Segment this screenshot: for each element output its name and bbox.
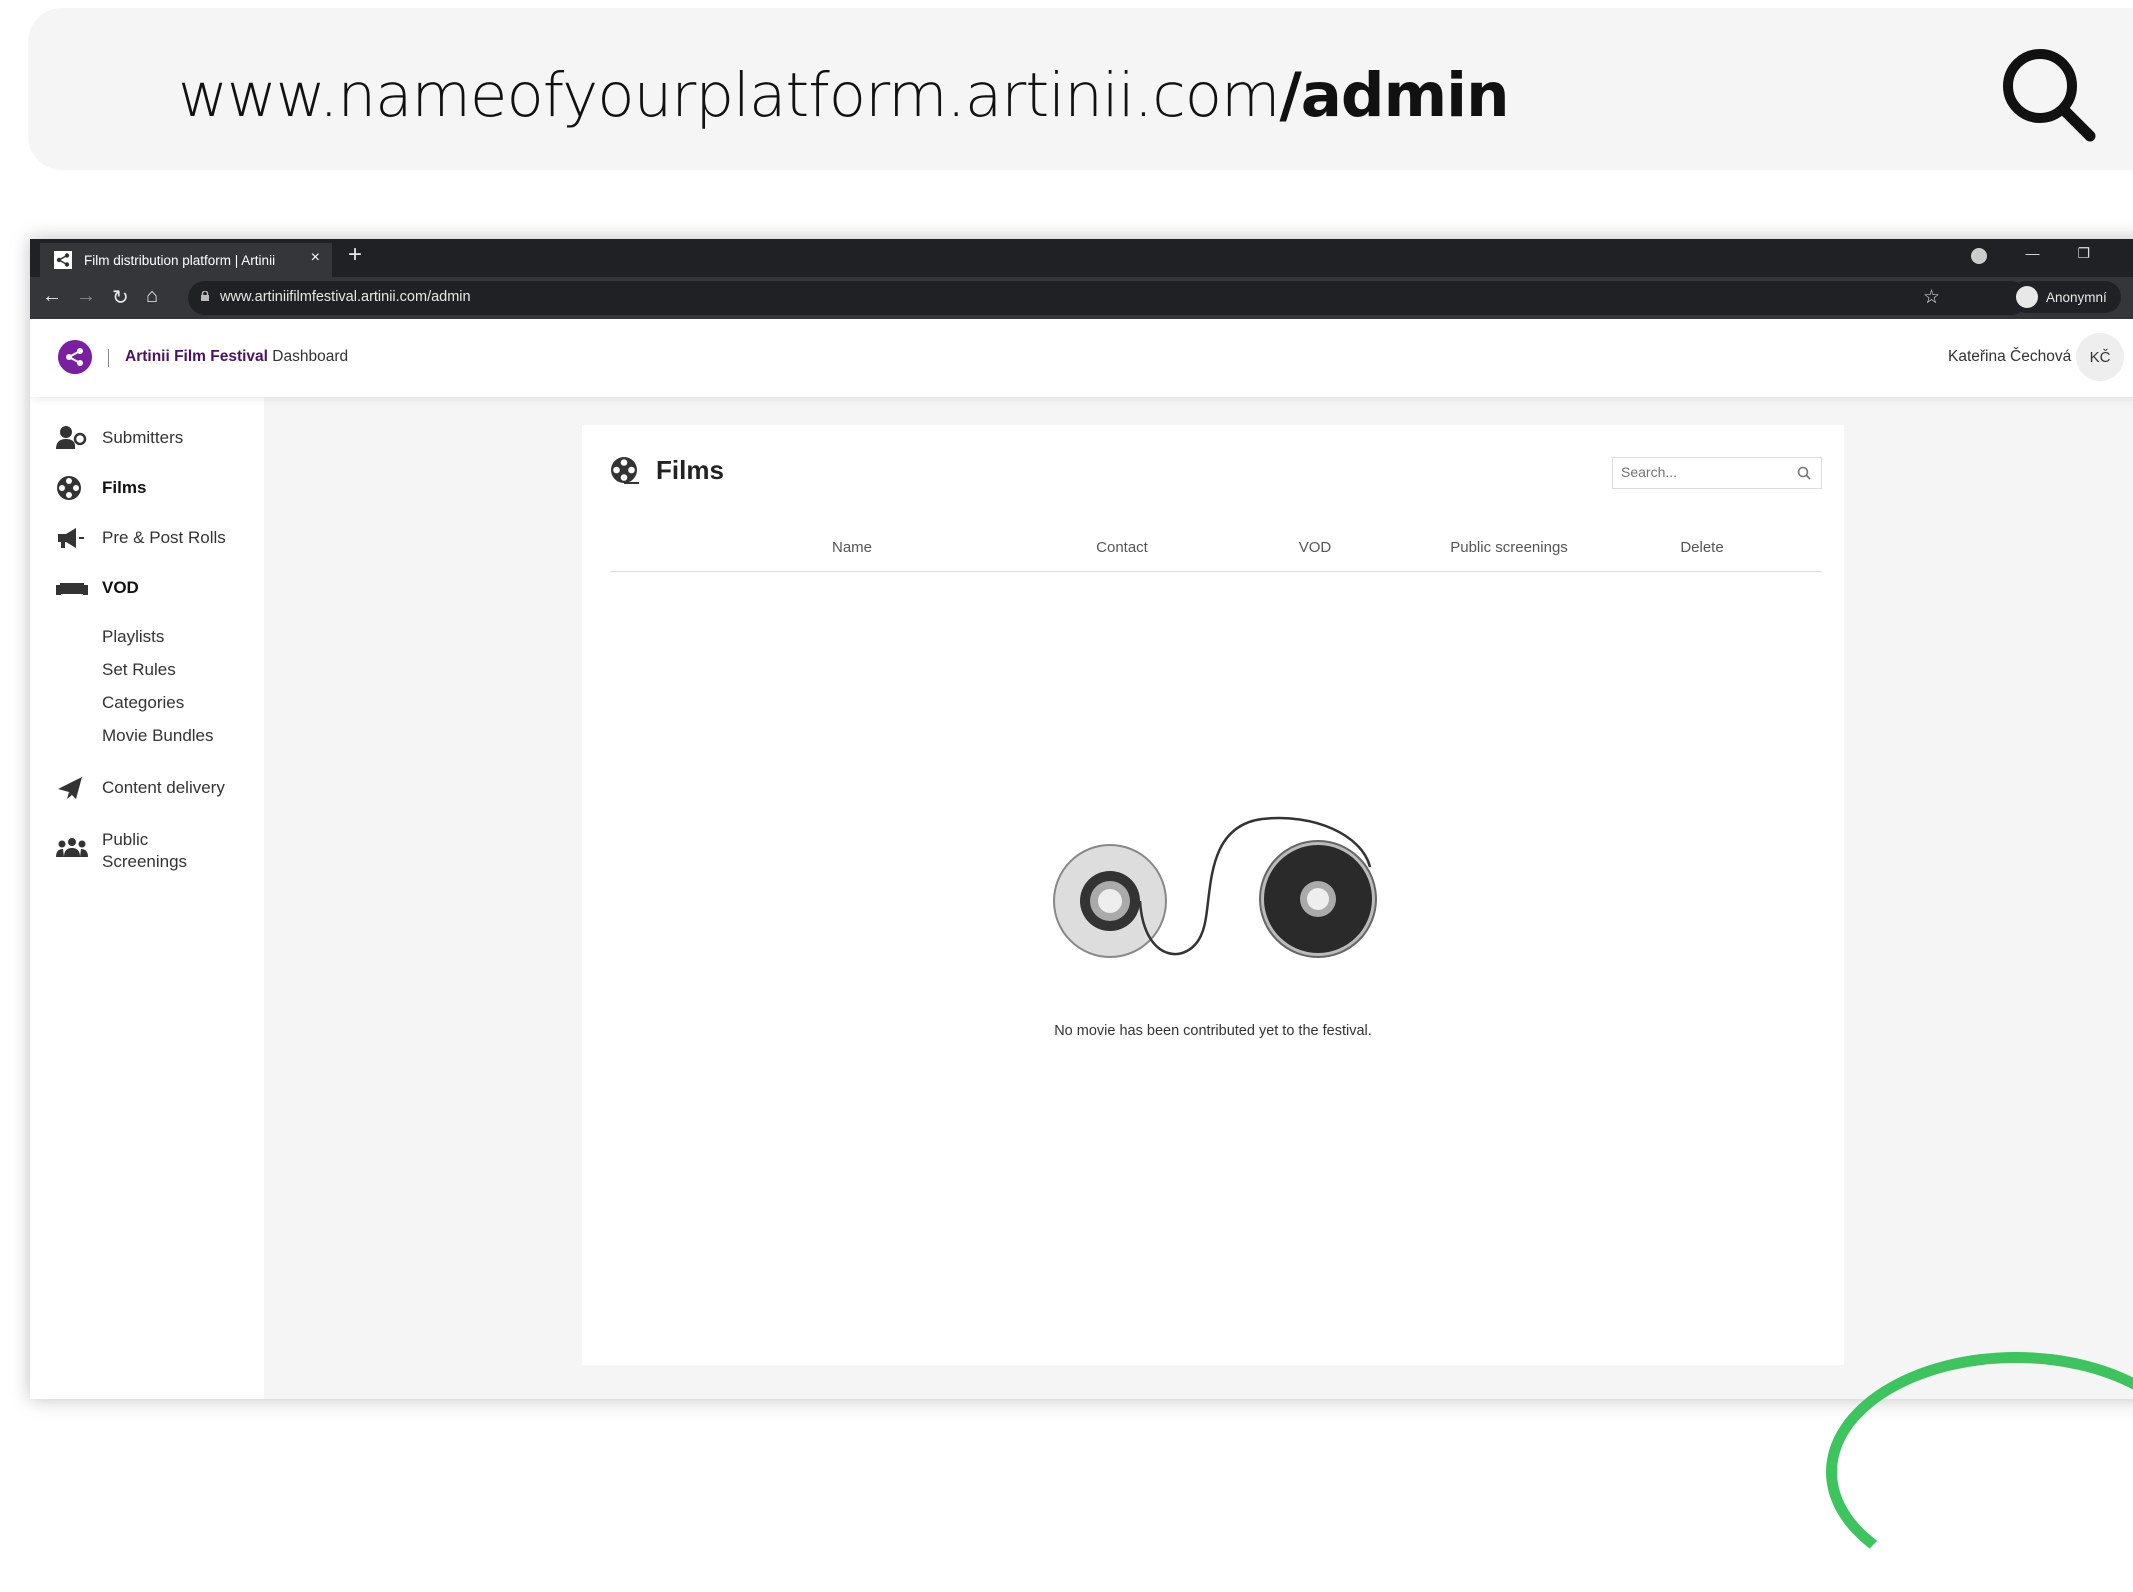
incognito-icon [2016,286,2038,308]
lock-icon [201,291,209,301]
nav-bar: ← → ↻ ⌂ www.artiniifilmfestival.artinii.… [30,277,2133,319]
bookmark-star-icon[interactable]: ☆ [1923,286,1940,309]
film-reels-illustration [1053,816,1377,958]
film-reel-icon [611,456,639,484]
column-header-name[interactable]: Name [832,539,872,556]
films-panel: Films Name Contact VOD Public screenings… [582,425,1844,1365]
search-box [1612,457,1822,489]
empty-state-message: No movie has been contributed yet to the… [1054,1023,1372,1039]
sidebar-label: VOD [102,578,139,597]
incognito-profile-button[interactable]: Anonymní [2010,281,2121,313]
users-cog-icon [56,426,87,449]
column-header-public-screenings[interactable]: Public screenings [1450,539,1568,556]
sidebar-item-films[interactable]: Films [56,475,146,501]
sidebar-item-content-delivery[interactable]: Content delivery [56,775,225,801]
sidebar-label-line-2: Screenings [102,852,188,871]
sidebar-item-vod[interactable]: VOD [56,575,139,601]
avatar[interactable]: KČ [2076,333,2124,381]
sidebar-label: Submitters [102,428,184,447]
sidebar-label: Pre & Post Rolls [102,528,226,547]
new-tab-button[interactable]: + [348,241,362,269]
paper-plane-icon [58,777,82,799]
banner-url-prefix: www.nameofyourplatform.artinii.com [178,60,1280,131]
brand-section: Dashboard [272,348,349,365]
couch-icon [56,583,88,595]
sidebar-label-line-1: Public [102,830,149,849]
magnifier-icon [2003,49,2096,142]
brand-name[interactable]: Artinii Film Festival [125,348,268,365]
reload-icon[interactable]: ↻ [112,285,129,310]
column-header-contact[interactable]: Contact [1096,539,1148,556]
megaphone-icon [58,528,84,548]
downloads-icon[interactable] [1971,248,1988,264]
home-icon[interactable]: ⌂ [146,285,158,308]
artinii-logo-icon[interactable] [58,340,92,374]
sidebar: Submitters Films Pre & Post Rolls VOD Pl… [30,397,264,1399]
page-title: Films [610,455,724,486]
sidebar-item-submitters[interactable]: Submitters [56,425,183,451]
browser-tab[interactable]: Film distribution platform | Artinii × [40,243,332,277]
window-controls: — ❐ [1971,245,2090,264]
sidebar-label: Films [102,478,147,497]
people-group-icon [56,838,88,857]
address-bar[interactable]: www.artiniifilmfestival.artinii.com/admi… [188,281,2028,315]
banner-url: www.nameofyourplatform.artinii.com/admin [178,60,1510,131]
sidebar-subitem-playlists[interactable]: Playlists [102,627,164,647]
restore-icon[interactable]: ❐ [2077,245,2090,262]
user-name: Kateřina Čechová [1948,348,2072,365]
browser-window: Film distribution platform | Artinii × +… [30,239,2133,1399]
page-title-text: Films [656,455,724,485]
sidebar-subitem-movie-bundles[interactable]: Movie Bundles [102,726,214,746]
brand-title: Artinii Film Festival Dashboard [125,348,348,366]
film-reel-icon [57,476,81,500]
address-text: www.artiniifilmfestival.artinii.com/admi… [220,289,471,305]
sidebar-subitem-set-rules[interactable]: Set Rules [102,660,176,680]
banner-url-suffix: /admin [1279,60,1509,131]
profile-label: Anonymní [2046,289,2107,305]
url-banner: www.nameofyourplatform.artinii.com/admin [28,8,2133,170]
sidebar-label: Public Screenings [102,829,187,873]
tab-bar: Film distribution platform | Artinii × +… [30,239,2133,277]
sidebar-label: Content delivery [102,778,225,797]
table-header: Name Contact VOD Public screenings Delet… [610,513,1822,572]
column-header-delete[interactable]: Delete [1680,539,1723,556]
app-header: Artinii Film Festival Dashboard Kateřina… [30,319,2133,397]
brand-divider [108,349,109,367]
tab-close-icon[interactable]: × [311,249,320,267]
tab-title: Film distribution platform | Artinii [84,252,276,268]
search-input[interactable] [1613,458,1789,486]
sidebar-item-pre-post-rolls[interactable]: Pre & Post Rolls [56,525,226,551]
minimize-icon[interactable]: — [2025,245,2039,262]
back-icon[interactable]: ← [42,285,62,308]
sidebar-subitem-categories[interactable]: Categories [102,693,184,713]
forward-icon[interactable]: → [76,285,96,308]
main-content: Films Name Contact VOD Public screenings… [264,397,2133,1399]
search-icon[interactable] [1797,466,1811,480]
artinii-favicon-icon [54,251,72,269]
column-header-vod[interactable]: VOD [1299,539,1332,556]
sidebar-item-public-screenings[interactable]: Public Screenings [56,829,187,873]
